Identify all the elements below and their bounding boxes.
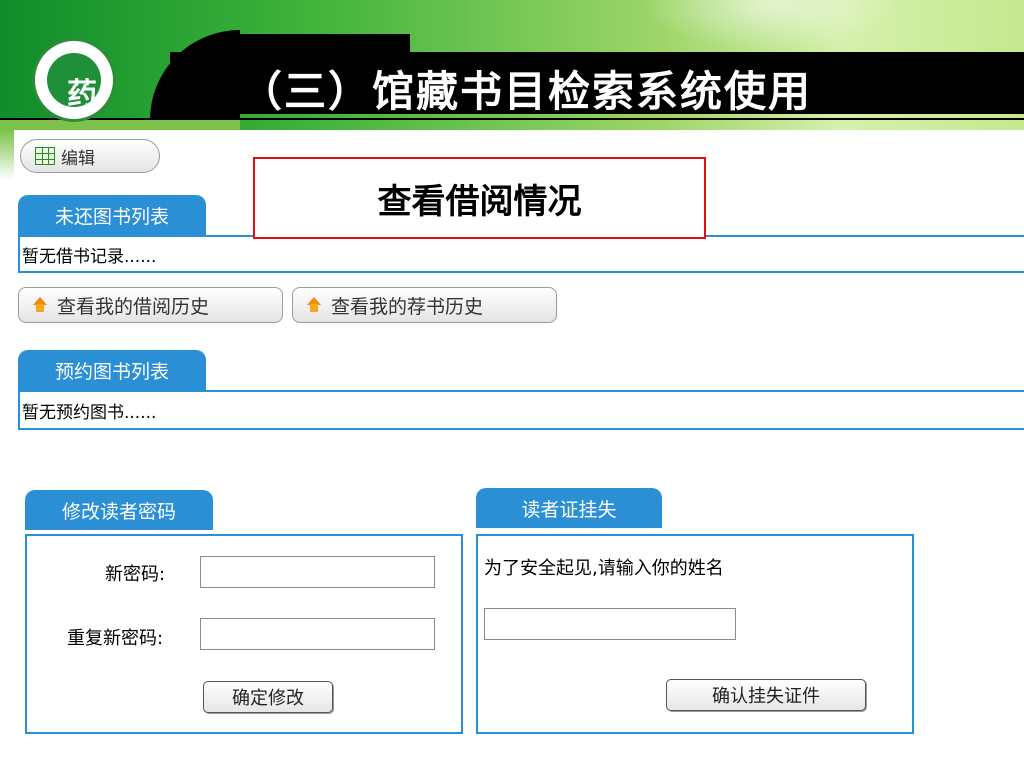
tab-change-password-label: 修改读者密码 bbox=[61, 500, 176, 523]
change-password-panel: 新密码: 重复新密码: 确定修改 bbox=[25, 534, 463, 734]
logo-emblem: 药 bbox=[47, 53, 101, 112]
tab-unreturned-books-label: 未还图书列表 bbox=[54, 205, 169, 228]
up-arrow-icon bbox=[307, 297, 321, 313]
confirm-change-button[interactable]: 确定修改 bbox=[203, 681, 333, 713]
college-logo: 药 bbox=[32, 38, 116, 122]
callout-box: 查看借阅情况 bbox=[253, 157, 706, 239]
confirm-report-loss-label: 确认挂失证件 bbox=[712, 686, 820, 707]
edit-button-label: 编辑 bbox=[61, 148, 95, 169]
header-green-strip bbox=[0, 120, 240, 130]
confirm-report-loss-button[interactable]: 确认挂失证件 bbox=[666, 679, 866, 711]
tab-report-loss-label: 读者证挂失 bbox=[521, 498, 617, 521]
recommend-history-button[interactable]: 查看我的荐书历史 bbox=[292, 287, 557, 323]
report-loss-panel: 为了安全起见,请输入你的姓名 确认挂失证件 bbox=[476, 534, 914, 734]
edit-button[interactable]: 编辑 bbox=[20, 139, 160, 173]
borrow-history-label: 查看我的借阅历史 bbox=[57, 295, 210, 318]
reservations-empty-text: 暂无预约图书...... bbox=[22, 402, 157, 423]
tab-change-password[interactable]: 修改读者密码 bbox=[25, 490, 213, 530]
recommend-history-label: 查看我的荐书历史 bbox=[331, 295, 484, 318]
tab-unreturned-books[interactable]: 未还图书列表 bbox=[18, 195, 206, 235]
up-arrow-icon bbox=[33, 297, 47, 313]
repeat-password-label: 重复新密码: bbox=[67, 628, 164, 649]
tab-report-loss[interactable]: 读者证挂失 bbox=[476, 488, 662, 528]
callout-text: 查看借阅情况 bbox=[377, 181, 582, 222]
header-black-tab bbox=[210, 34, 410, 54]
reader-name-field[interactable] bbox=[484, 608, 736, 640]
left-accent-strip bbox=[0, 130, 14, 180]
borrow-history-button[interactable]: 查看我的借阅历史 bbox=[18, 287, 283, 323]
repeat-password-field[interactable] bbox=[200, 618, 435, 650]
unreturned-books-list: 暂无借书记录...... bbox=[18, 235, 1024, 273]
report-loss-instruction: 为了安全起见,请输入你的姓名 bbox=[484, 558, 724, 579]
new-password-label: 新密码: bbox=[105, 564, 166, 585]
tab-reservations[interactable]: 预约图书列表 bbox=[18, 350, 206, 390]
slide-title: （三）馆藏书目检索系统使用 bbox=[240, 67, 813, 116]
confirm-change-label: 确定修改 bbox=[232, 688, 304, 709]
unreturned-empty-text: 暂无借书记录...... bbox=[22, 246, 157, 267]
logo-mark: 药 bbox=[67, 77, 97, 112]
new-password-field[interactable] bbox=[200, 556, 435, 588]
tab-reservations-label: 预约图书列表 bbox=[54, 360, 169, 383]
reservations-list: 暂无预约图书...... bbox=[18, 390, 1024, 430]
grid-icon bbox=[35, 147, 55, 165]
